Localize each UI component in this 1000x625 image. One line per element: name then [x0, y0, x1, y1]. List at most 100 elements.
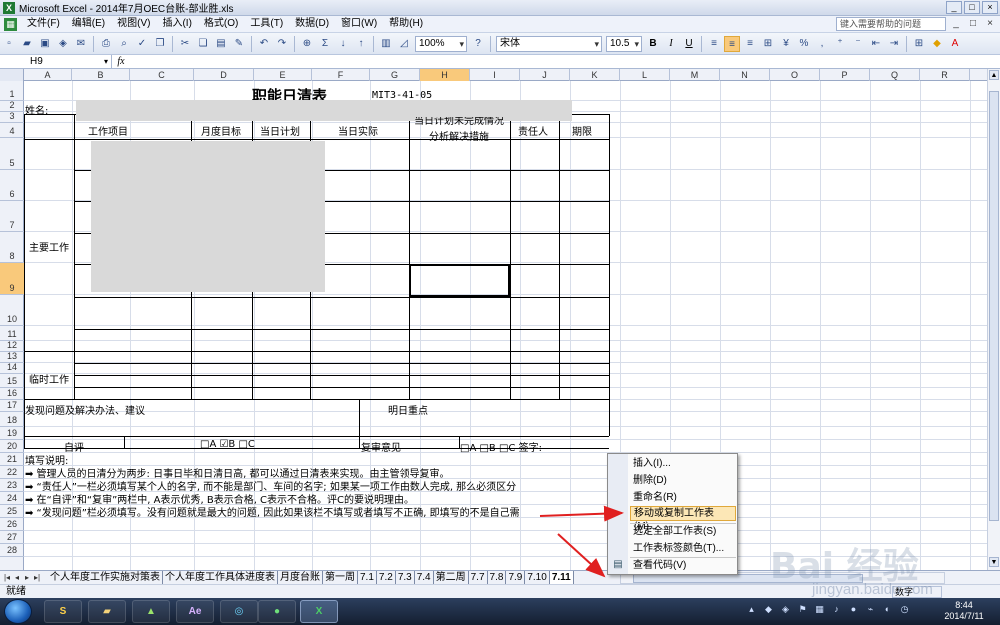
column-header-e[interactable]: E: [254, 69, 312, 81]
menu-view[interactable]: 视图(V): [111, 16, 156, 32]
row-header-9[interactable]: 9: [0, 263, 24, 295]
column-header-o[interactable]: O: [770, 69, 820, 81]
help-icon[interactable]: ?: [470, 36, 486, 52]
vertical-scrollbar[interactable]: ▲ ▼: [987, 69, 1000, 570]
sheet-tab[interactable]: 7.3: [396, 571, 415, 584]
drawing-icon[interactable]: ◿: [396, 36, 412, 52]
graphics-app-icon[interactable]: ▲: [132, 600, 170, 623]
tray-network-icon[interactable]: ▦: [813, 603, 826, 616]
decrease-decimal-icon[interactable]: ⁻: [850, 36, 866, 52]
save-icon[interactable]: ▣: [37, 36, 53, 52]
align-left-icon[interactable]: ≡: [706, 36, 722, 52]
horizontal-scroll-thumb[interactable]: [633, 574, 863, 583]
workbook-icon[interactable]: ▦: [4, 17, 17, 31]
sheet-tab[interactable]: 7.10: [525, 571, 550, 584]
tray-show-hidden-icon[interactable]: ▴: [745, 603, 758, 616]
column-header-m[interactable]: M: [670, 69, 720, 81]
doc-minimize-button[interactable]: _: [949, 17, 963, 31]
excel-taskbar-icon[interactable]: X: [300, 600, 338, 623]
vertical-scroll-thumb[interactable]: [989, 91, 999, 521]
media-app-icon[interactable]: ◎: [220, 600, 258, 623]
align-center-icon[interactable]: ≡: [724, 35, 740, 52]
close-button[interactable]: ×: [982, 1, 998, 14]
paste-icon[interactable]: ▤: [213, 36, 229, 52]
open-icon[interactable]: ▰: [19, 36, 35, 52]
tray-flag-icon[interactable]: ⚑: [796, 603, 809, 616]
sheet-tab[interactable]: 7.4: [415, 571, 434, 584]
browser-icon[interactable]: ●: [258, 600, 296, 623]
sheet-tab[interactable]: 7.9: [506, 571, 526, 584]
format-painter-icon[interactable]: ✎: [231, 36, 247, 52]
row-header-26[interactable]: 26: [0, 518, 24, 531]
underline-button[interactable]: U: [681, 36, 697, 52]
row-header-24[interactable]: 24: [0, 492, 24, 505]
column-header-i[interactable]: I: [470, 69, 520, 81]
sheet-tab[interactable]: 7.7: [469, 571, 488, 584]
prev-sheet-icon[interactable]: ◂: [12, 572, 22, 584]
fill-color-icon[interactable]: ◆: [929, 36, 945, 52]
scroll-up-icon[interactable]: ▲: [989, 70, 999, 80]
decrease-indent-icon[interactable]: ⇤: [868, 36, 884, 52]
tray-input-icon[interactable]: ◐: [881, 603, 894, 616]
ctx-delete[interactable]: 删除(D): [630, 473, 736, 488]
column-header-f[interactable]: F: [312, 69, 370, 81]
align-right-icon[interactable]: ≡: [742, 36, 758, 52]
row-header-28[interactable]: 28: [0, 544, 24, 557]
row-header-18[interactable]: 18: [0, 412, 24, 427]
row-header-6[interactable]: 6: [0, 170, 24, 201]
after-effects-icon[interactable]: Ae: [176, 600, 214, 623]
sheet-tab[interactable]: 第二周: [434, 571, 469, 584]
autosum-icon[interactable]: Σ: [317, 36, 333, 52]
sort-ascending-icon[interactable]: ↓: [335, 36, 351, 52]
system-clock[interactable]: 8:44 2014/7/11: [940, 600, 988, 622]
sheet-tab[interactable]: 第一周: [323, 571, 358, 584]
column-header-r[interactable]: R: [920, 69, 970, 81]
last-sheet-icon[interactable]: ▸|: [32, 572, 42, 584]
row-header-7[interactable]: 7: [0, 201, 24, 232]
spelling-icon[interactable]: ✓: [134, 36, 150, 52]
cut-icon[interactable]: ✂: [177, 36, 193, 52]
menu-format[interactable]: 格式(O): [198, 16, 244, 32]
sheet-tab-active[interactable]: 7.11: [549, 571, 574, 584]
row-header-15[interactable]: 15: [0, 374, 24, 388]
email-icon[interactable]: ✉: [73, 36, 89, 52]
font-select[interactable]: 宋体: [496, 35, 602, 52]
tray-usb-icon[interactable]: ⌁: [864, 603, 877, 616]
ctx-tab-color[interactable]: 工作表标签颜色(T)...: [630, 541, 736, 556]
row-header-23[interactable]: 23: [0, 479, 24, 492]
menu-file[interactable]: 文件(F): [21, 16, 66, 32]
column-header-n[interactable]: N: [720, 69, 770, 81]
menu-tools[interactable]: 工具(T): [244, 16, 289, 32]
self-eval-options[interactable]: □A ☑B □C: [200, 439, 255, 450]
help-search-input[interactable]: 键入需要帮助的问题: [836, 17, 946, 31]
ctx-select-all-sheets[interactable]: 选定全部工作表(S): [630, 524, 736, 539]
doc-restore-button[interactable]: □: [966, 17, 980, 31]
copy-icon[interactable]: ❏: [195, 36, 211, 52]
doc-close-button[interactable]: ×: [983, 17, 997, 31]
tray-security-icon[interactable]: ◆: [762, 603, 775, 616]
sheet-tab[interactable]: 7.2: [377, 571, 396, 584]
new-icon[interactable]: ▫: [1, 36, 17, 52]
menu-help[interactable]: 帮助(H): [383, 16, 429, 32]
sheet-tab[interactable]: 7.1: [358, 571, 377, 584]
tray-clock-icon[interactable]: ◷: [898, 603, 911, 616]
hyperlink-icon[interactable]: ⊕: [299, 36, 315, 52]
menu-data[interactable]: 数据(D): [289, 16, 335, 32]
menu-window[interactable]: 窗口(W): [335, 16, 383, 32]
sheet-tab[interactable]: 个人年度工作具体进度表: [163, 571, 278, 584]
chart-wizard-icon[interactable]: ▥: [378, 36, 394, 52]
tray-shield-icon[interactable]: ◈: [779, 603, 792, 616]
minimize-button[interactable]: _: [946, 1, 962, 14]
column-header-h[interactable]: H: [420, 69, 470, 81]
column-header-l[interactable]: L: [620, 69, 670, 81]
row-header-20[interactable]: 20: [0, 440, 24, 453]
row-header-3[interactable]: 3: [0, 111, 24, 123]
row-header-27[interactable]: 27: [0, 531, 24, 544]
italic-button[interactable]: I: [663, 36, 679, 52]
explorer-icon[interactable]: ▰: [88, 600, 126, 623]
permission-icon[interactable]: ◈: [55, 36, 71, 52]
pinyin-app-icon[interactable]: S: [44, 600, 82, 623]
row-header-11[interactable]: 11: [0, 326, 24, 341]
row-header-17[interactable]: 17: [0, 400, 24, 412]
redo-icon[interactable]: ↷: [274, 36, 290, 52]
